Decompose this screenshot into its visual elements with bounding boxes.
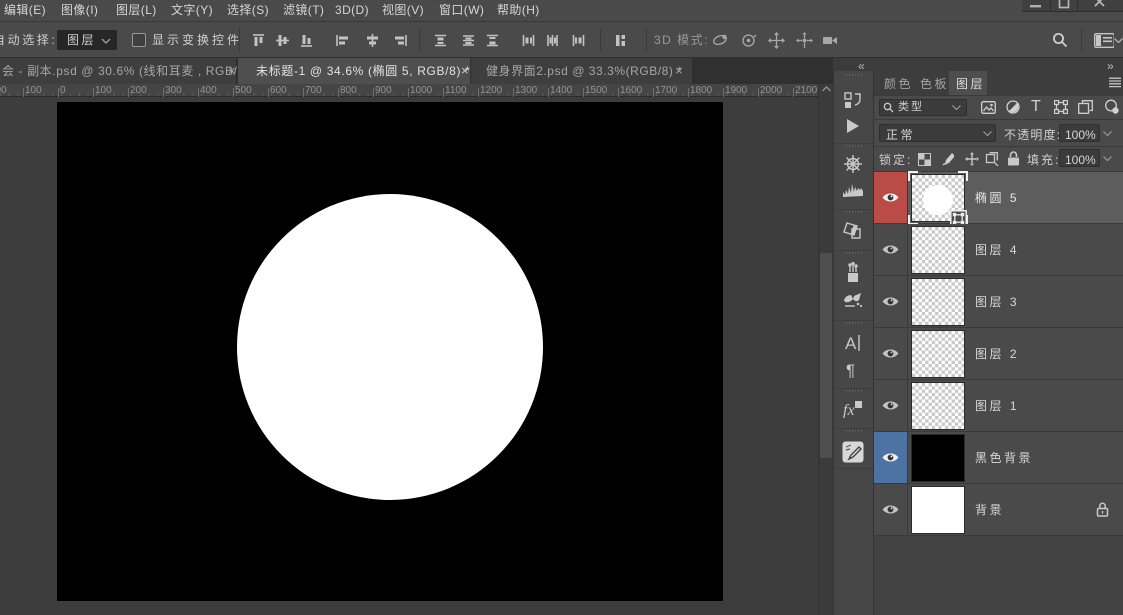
svg-text:fx: fx — [843, 402, 855, 418]
svg-text:A: A — [845, 334, 857, 352]
svg-text:¶: ¶ — [846, 361, 855, 378]
